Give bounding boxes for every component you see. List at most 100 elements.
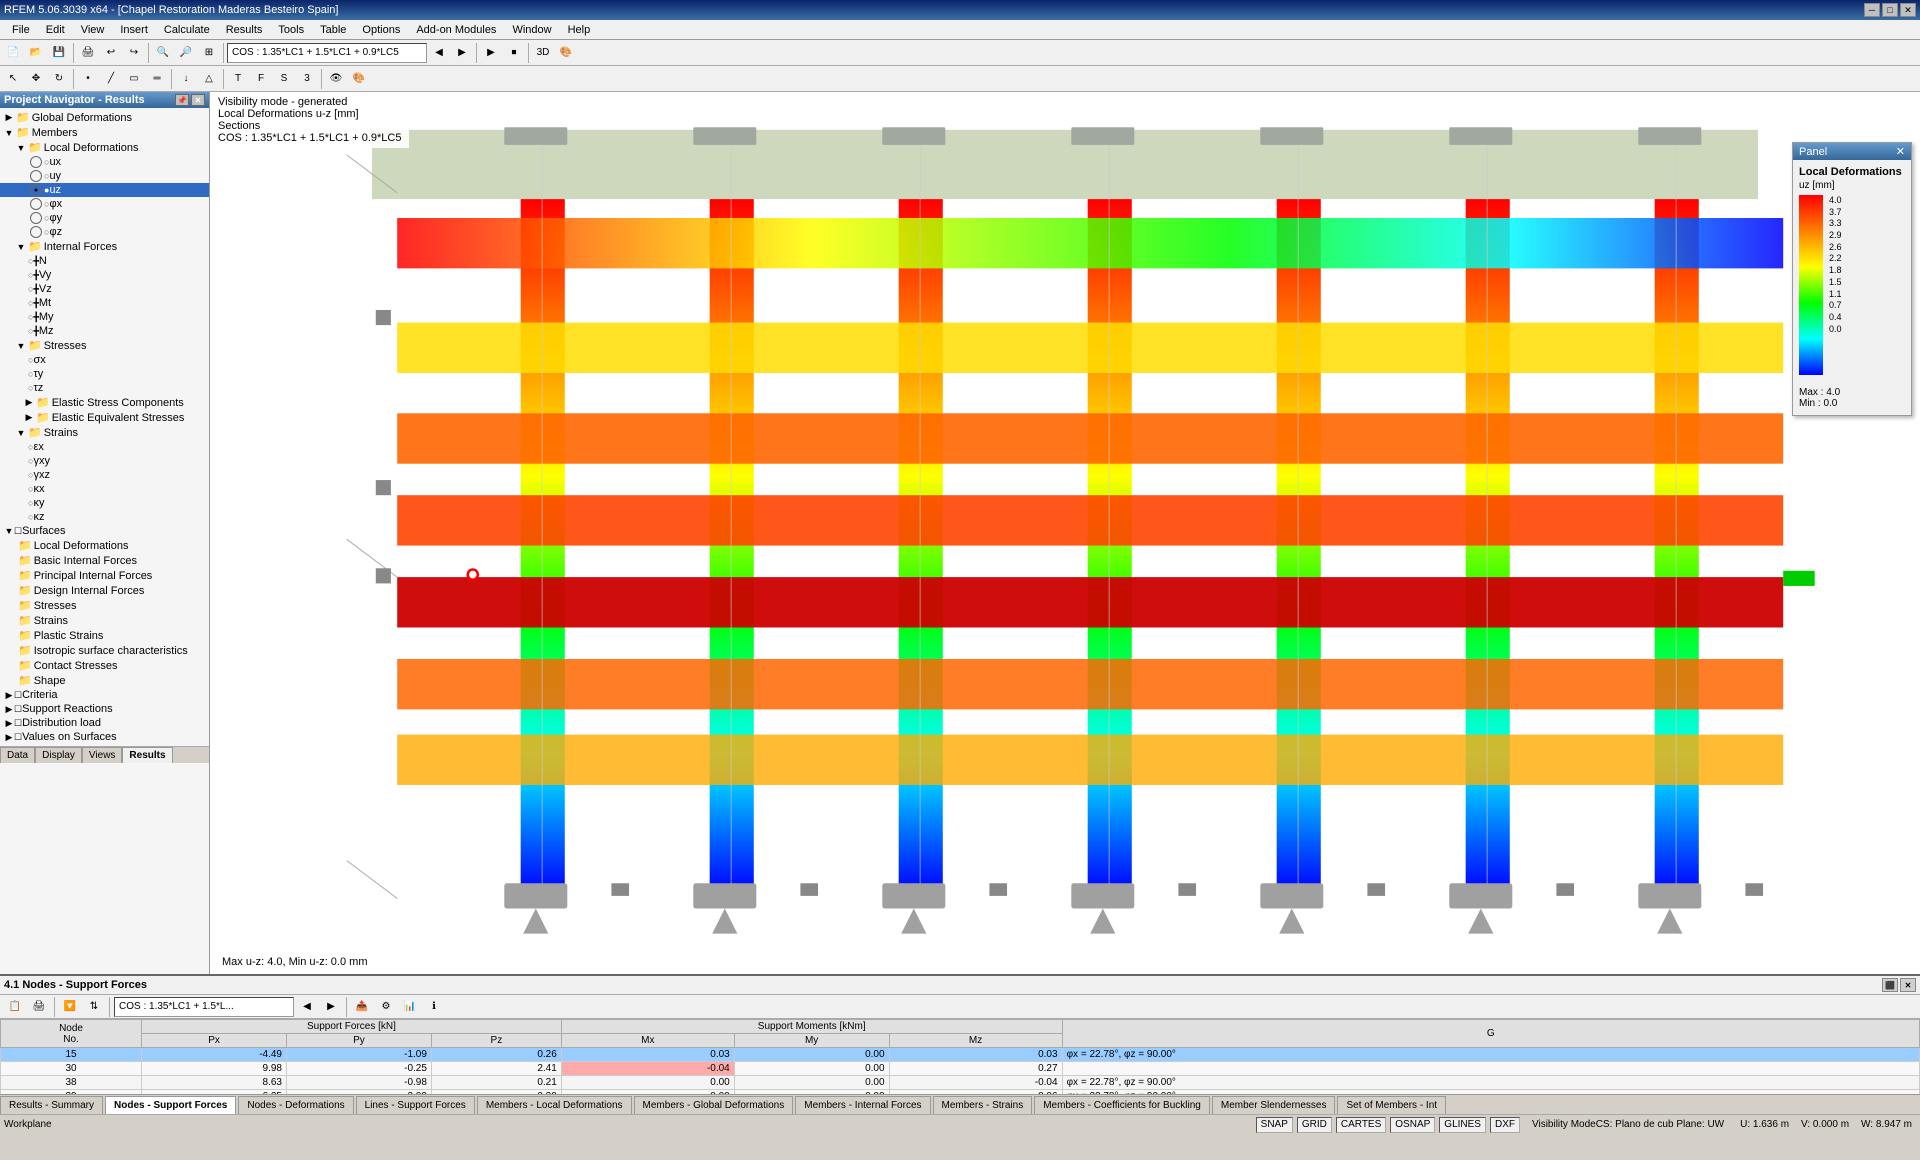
bottom-tab-4[interactable]: Members - Local Deformations [477,1096,632,1114]
tree-node-surf-principal[interactable]: 📁 Principal Internal Forces [0,568,209,583]
tree-node-int-forces[interactable]: ▼ 📁 Internal Forces [0,239,209,254]
bottom-tab-2[interactable]: Nodes - Deformations [238,1096,353,1114]
minimize-button[interactable]: ─ [1864,3,1880,17]
menu-help[interactable]: Help [560,22,599,38]
status-glines[interactable]: GLINES [1439,1117,1486,1133]
new-btn[interactable]: 📄 [2,42,24,64]
table-prev-btn[interactable]: ◀ [296,996,318,1018]
tree-node-Mt[interactable]: ○ ╋ Mt [0,296,209,310]
save-btn[interactable]: 💾 [48,42,70,64]
menu-addon[interactable]: Add-on Modules [408,22,504,38]
tree-node-phiy[interactable]: ○ φy [0,211,209,225]
radio-phiy[interactable] [30,212,42,224]
tree-node-values-surfaces[interactable]: ▶ ☐ Values on Surfaces [0,730,209,744]
bottom-tab-0[interactable]: Results - Summary [0,1096,103,1114]
close-button[interactable]: ✕ [1900,3,1916,17]
bottom-tab-8[interactable]: Members - Coefficients for Buckling [1034,1096,1210,1114]
stop-btn[interactable]: ⏹ [503,42,525,64]
tree-node-tauz[interactable]: ○ τz [0,381,209,395]
run-btn[interactable]: ▶ [480,42,502,64]
table-resize-btn[interactable]: ⬛ [1882,978,1898,992]
table-options-btn[interactable]: ⚙ [375,996,397,1018]
menu-edit[interactable]: Edit [38,22,73,38]
tree-node-surf-stresses[interactable]: 📁 Stresses [0,598,209,613]
color-btn[interactable]: 🎨 [348,68,370,90]
menu-view[interactable]: View [73,22,113,38]
tree-node-kz[interactable]: ○ κz [0,510,209,524]
tree-node-local-def[interactable]: ▼ 📁 Local Deformations [0,140,209,155]
rotate-btn[interactable]: ↻ [48,68,70,90]
zoom-all-btn[interactable]: ⊞ [198,42,220,64]
node-btn[interactable]: • [77,68,99,90]
table-export-btn[interactable]: 📋 [4,996,26,1018]
table-combo-loadcase[interactable] [114,997,294,1017]
left-tab-data[interactable]: Data [0,747,35,763]
tree-node-strains-mem[interactable]: ▼ 📁 Strains [0,425,209,440]
zoom-out-btn[interactable]: 🔎 [175,42,197,64]
tree-node-plastic[interactable]: 📁 Plastic Strains [0,628,209,643]
panel-close-btn[interactable]: ✕ [191,94,205,106]
table-chart-btn[interactable]: 📊 [399,996,421,1018]
tree-node-uy[interactable]: ○ uy [0,169,209,183]
radio-phiz[interactable] [30,226,42,238]
line-btn[interactable]: ╱ [100,68,122,90]
tree-node-Mz[interactable]: ○ ╋ Mz [0,324,209,338]
open-btn[interactable]: 📂 [25,42,47,64]
tree-node-gamxz[interactable]: ○ γxz [0,468,209,482]
prev-case-btn[interactable]: ◀ [428,42,450,64]
table-filter-btn[interactable]: 🔽 [59,996,81,1018]
tree-node-kx[interactable]: ○ κx [0,482,209,496]
tree-node-stresses[interactable]: ▼ 📁 Stresses [0,338,209,353]
status-cartes[interactable]: CARTES [1336,1117,1386,1133]
load-btn[interactable]: ↓ [175,68,197,90]
table-info-btn[interactable]: ℹ [423,996,445,1018]
undo-btn[interactable]: ↩ [100,42,122,64]
panel-pin-btn[interactable]: 📌 [175,94,189,106]
tree-node-ux[interactable]: ○ ux [0,155,209,169]
support-btn[interactable]: △ [198,68,220,90]
render-btn[interactable]: 🎨 [555,42,577,64]
tree-node-isotropic[interactable]: 📁 Isotropic surface characteristics [0,643,209,658]
tree-node-Vz[interactable]: ○ ╋ Vz [0,282,209,296]
left-tab-views[interactable]: Views [82,747,123,763]
menu-options[interactable]: Options [354,22,408,38]
tree-node-surf-local-def[interactable]: 📁 Local Deformations [0,538,209,553]
table-export2-btn[interactable]: 📤 [351,996,373,1018]
tree-node-gamxy[interactable]: ○ γxy [0,454,209,468]
tree-node-tauy[interactable]: ○ τy [0,367,209,381]
tree-node-surf-strains[interactable]: 📁 Strains [0,613,209,628]
surface-btn[interactable]: ▭ [123,68,145,90]
status-snap[interactable]: SNAP [1256,1117,1293,1133]
status-osnap[interactable]: OSNAP [1390,1117,1435,1133]
color-panel-close[interactable]: ✕ [1896,145,1905,158]
tree-node-members[interactable]: ▼ 📁 Members [0,125,209,140]
bottom-tab-10[interactable]: Set of Members - Int [1337,1096,1446,1114]
status-grid[interactable]: GRID [1297,1117,1332,1133]
tree-node-criteria[interactable]: ▶ ☐ Criteria [0,688,209,702]
select-btn[interactable]: ↖ [2,68,24,90]
maximize-button[interactable]: □ [1882,3,1898,17]
redo-btn[interactable]: ↪ [123,42,145,64]
menu-results[interactable]: Results [218,22,271,38]
table-print-btn[interactable]: 🖨 [28,996,50,1018]
left-tab-display[interactable]: Display [35,747,82,763]
table-next-btn[interactable]: ▶ [320,996,342,1018]
3d-btn[interactable]: 3D [532,42,554,64]
tree-node-phix[interactable]: ○ φx [0,197,209,211]
member-btn[interactable]: ═ [146,68,168,90]
bottom-tab-3[interactable]: Lines - Support Forces [356,1096,475,1114]
tree-node-elastic-stress[interactable]: ▶ 📁 Elastic Stress Components [0,395,209,410]
tree-node-My[interactable]: ○ ╋ My [0,310,209,324]
tree-node-surf-design[interactable]: 📁 Design Internal Forces [0,583,209,598]
radio-uz[interactable] [30,184,42,196]
next-case-btn[interactable]: ▶ [451,42,473,64]
table-close-btn[interactable]: ✕ [1900,978,1916,992]
menu-insert[interactable]: Insert [112,22,156,38]
view-3d-btn[interactable]: 3 [296,68,318,90]
bottom-tab-9[interactable]: Member Slendernesses [1212,1096,1336,1114]
tree-node-dist-load[interactable]: ▶ ☐ Distribution load [0,716,209,730]
combo-loadcase[interactable] [227,43,427,63]
tree-node-surf-basic-int[interactable]: 📁 Basic Internal Forces [0,553,209,568]
radio-phix[interactable] [30,198,42,210]
menu-file[interactable]: File [4,22,38,38]
